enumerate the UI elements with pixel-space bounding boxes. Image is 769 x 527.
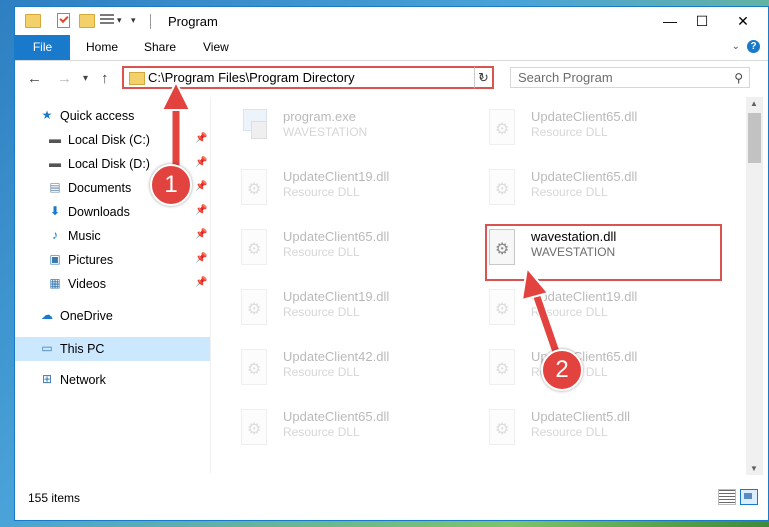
step-2-badge: 2	[541, 349, 583, 391]
arrow-2	[532, 292, 560, 354]
arrow-1-head	[160, 79, 192, 111]
arrow-2-head	[520, 265, 550, 302]
step-1-badge: 1	[150, 164, 192, 206]
annotation-arrows	[160, 79, 561, 354]
